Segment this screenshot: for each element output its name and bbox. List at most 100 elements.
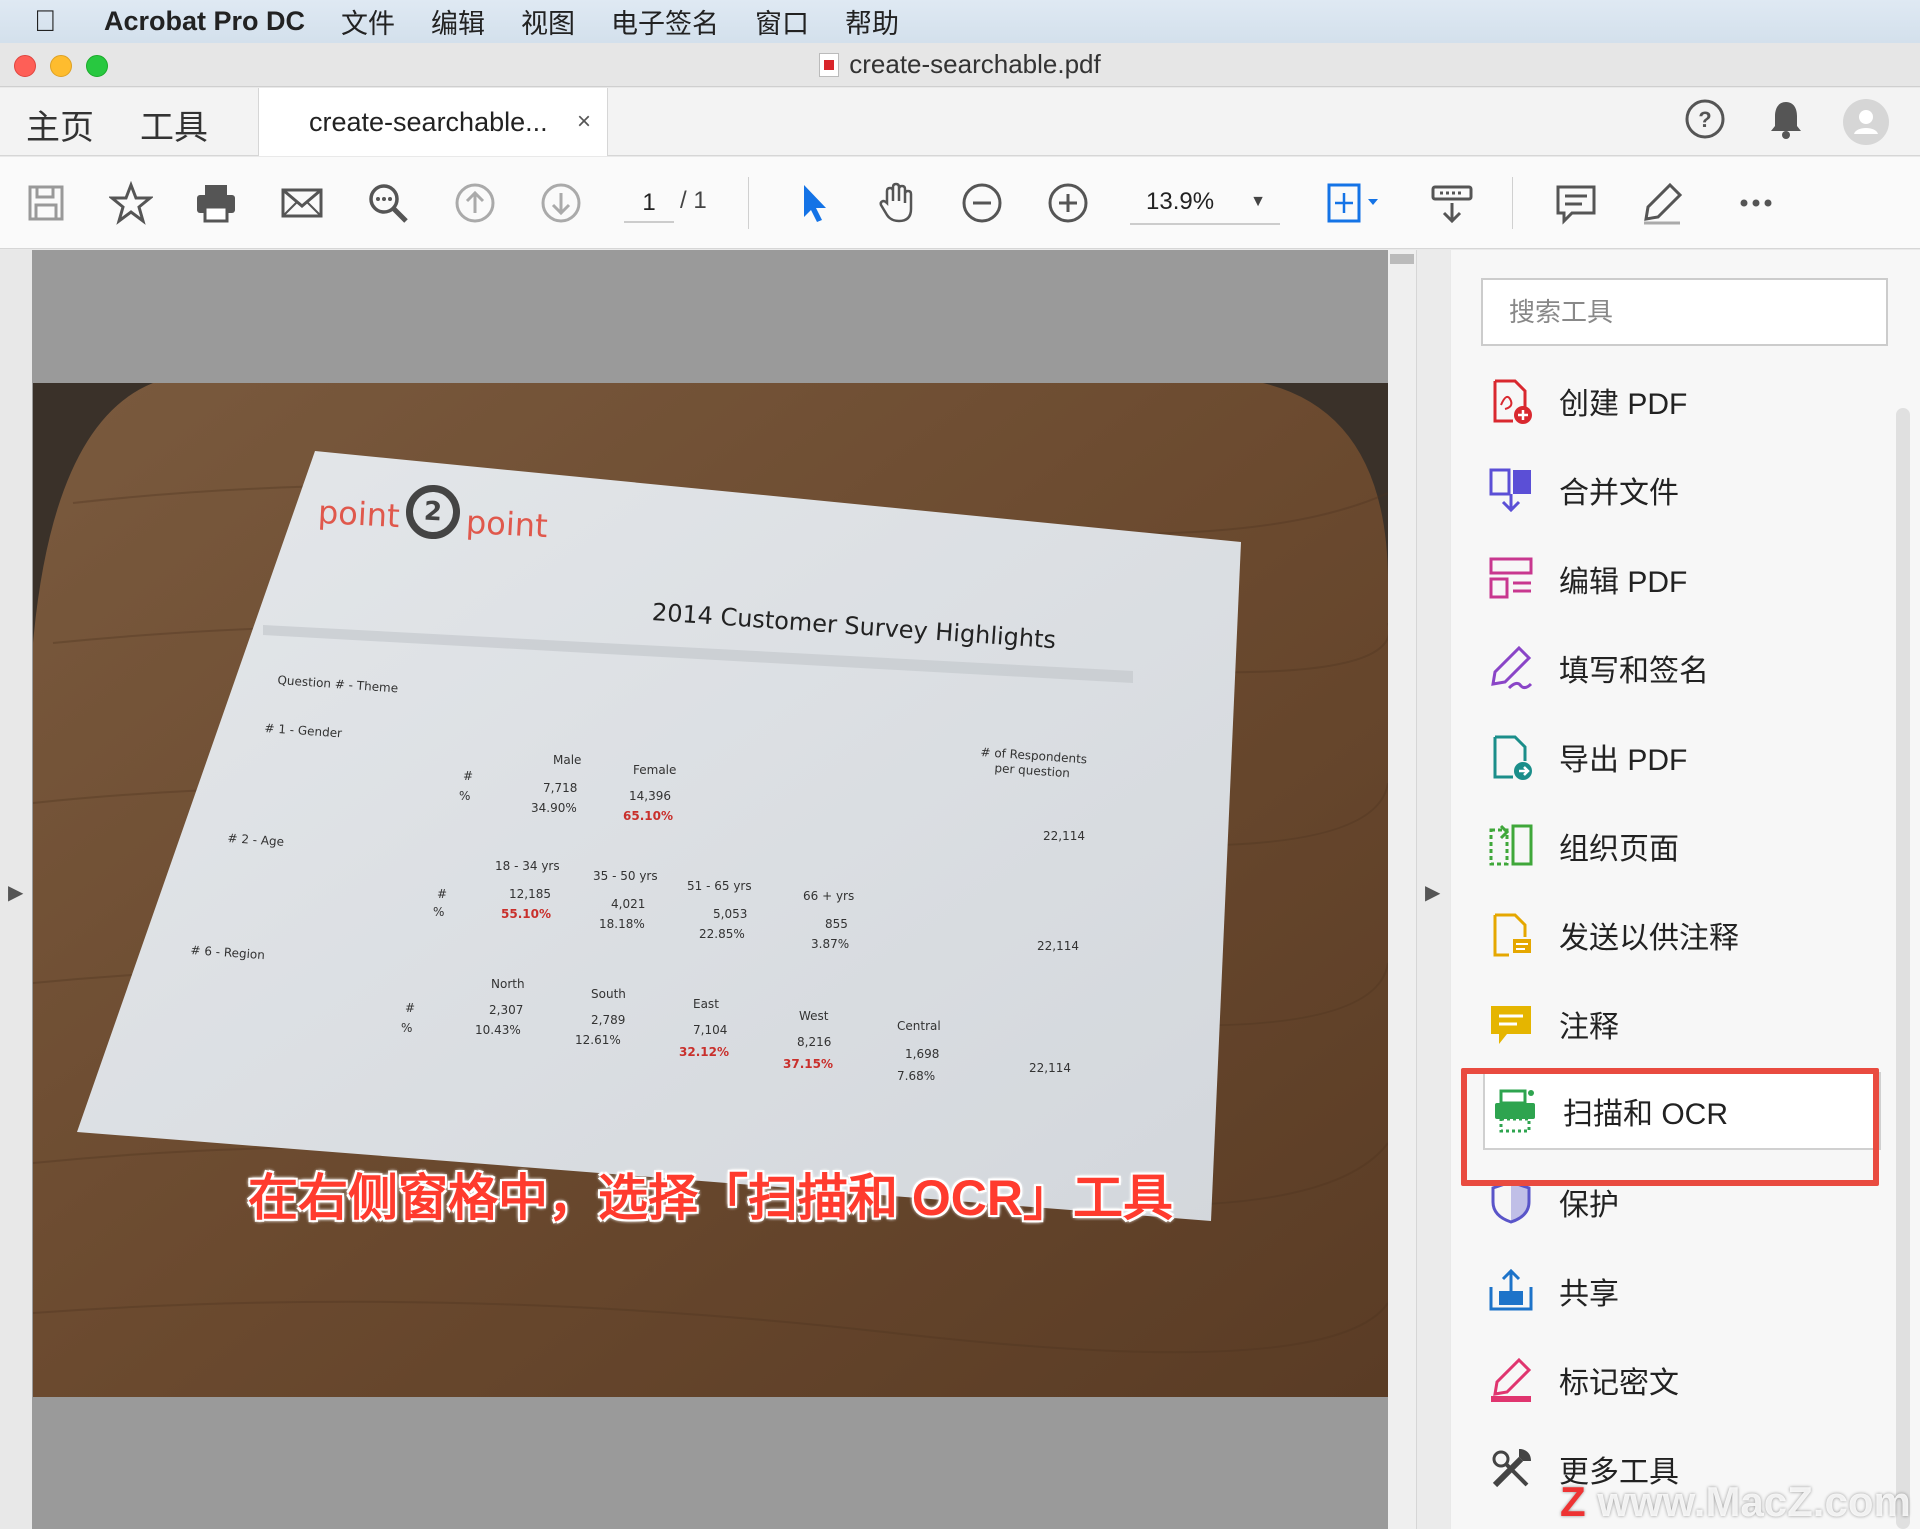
- zoom-level-select[interactable]: 13.9% ▼: [1130, 179, 1280, 225]
- print-icon[interactable]: [192, 179, 240, 227]
- menu-view[interactable]: 视图: [521, 2, 575, 41]
- page-total: / 1: [680, 187, 707, 214]
- q1-col-female: Female: [633, 763, 677, 777]
- apple-icon[interactable]: : [34, 5, 82, 39]
- q1-count-male: 7,718: [543, 781, 578, 795]
- collapse-right-panel-icon[interactable]: ▶: [1425, 880, 1440, 905]
- tool-label: 保护: [1559, 1189, 1619, 1222]
- close-tab-icon[interactable]: ×: [577, 108, 591, 136]
- scanned-page-image: point 2 point 2014 Customer Survey Highl…: [33, 383, 1388, 1397]
- zoom-out-icon[interactable]: [958, 179, 1006, 227]
- minimize-window-button[interactable]: [50, 55, 72, 77]
- tab-document[interactable]: create-searchable... ×: [258, 88, 608, 156]
- bookmark-star-icon[interactable]: [107, 179, 155, 227]
- read-mode-icon[interactable]: [1428, 179, 1476, 227]
- toolbar-divider: [748, 177, 749, 229]
- tool-label: 注释: [1559, 1011, 1619, 1044]
- tool-redact[interactable]: 标记密文: [1481, 1341, 1881, 1419]
- page-display-icon[interactable]: [1320, 179, 1390, 227]
- zoom-window-button[interactable]: [86, 55, 108, 77]
- tab-bar: 主页 工具 create-searchable... × ?: [0, 88, 1920, 156]
- hand-tool-icon[interactable]: [873, 179, 921, 227]
- pdf-file-icon: [819, 52, 840, 77]
- menu-bar:  Acrobat Pro DC 文件 编辑 视图 电子签名 窗口 帮助: [0, 0, 1920, 43]
- q6-pct-south: 12.61%: [575, 1033, 621, 1047]
- tool-organize-pages[interactable]: 组织页面: [1481, 807, 1881, 885]
- menu-file[interactable]: 文件: [341, 2, 395, 41]
- tool-label: 标记密文: [1559, 1367, 1679, 1400]
- scan-ocr-highlight-frame: [1461, 1068, 1879, 1186]
- more-tools-icon: [1485, 1443, 1537, 1495]
- next-page-icon[interactable]: [537, 179, 585, 227]
- document-viewer[interactable]: ▶ point 2 point 2014 Customer Survey Hig…: [0, 250, 1450, 1529]
- menu-edit[interactable]: 编辑: [431, 2, 485, 41]
- notifications-bell-icon[interactable]: [1766, 98, 1806, 140]
- tool-create-pdf[interactable]: 创建 PDF: [1481, 362, 1881, 440]
- select-cursor-icon[interactable]: [790, 179, 838, 227]
- expand-left-panel-icon[interactable]: ▶: [8, 880, 23, 905]
- watermark: Z www.MacZ.com: [1560, 1478, 1911, 1526]
- q6-pct-central: 7.68%: [897, 1069, 936, 1083]
- menu-help[interactable]: 帮助: [845, 2, 899, 41]
- svg-text:?: ?: [1698, 107, 1711, 132]
- help-icon[interactable]: ?: [1684, 98, 1726, 140]
- email-icon[interactable]: [278, 179, 326, 227]
- title-bar: create-searchable.pdf: [0, 43, 1920, 87]
- menu-app-name[interactable]: Acrobat Pro DC: [104, 6, 305, 37]
- logo-point-right: point: [465, 502, 549, 546]
- q6-col-north: North: [491, 977, 525, 991]
- watermark-text: www.MacZ.com: [1597, 1478, 1911, 1525]
- left-panel-rail[interactable]: ▶: [0, 250, 32, 1529]
- tool-label: 创建 PDF: [1559, 388, 1688, 421]
- tool-export-pdf[interactable]: 导出 PDF: [1481, 718, 1881, 796]
- add-comment-icon[interactable]: [1552, 179, 1600, 227]
- tools-pane-scrollbar[interactable]: [1896, 408, 1910, 1529]
- tool-edit-pdf[interactable]: 编辑 PDF: [1481, 540, 1881, 618]
- q2-label: # 2 - Age: [227, 831, 285, 849]
- more-options-icon[interactable]: [1732, 179, 1780, 227]
- menu-e-sign[interactable]: 电子签名: [611, 2, 719, 41]
- logo-steering-wheel-icon: 2: [404, 483, 462, 541]
- search-zoom-icon[interactable]: [364, 179, 412, 227]
- document-scrollbar[interactable]: [1388, 250, 1416, 1529]
- zoom-level-value: 13.9%: [1146, 188, 1215, 215]
- fill-sign-icon: [1485, 642, 1537, 694]
- user-avatar-icon[interactable]: [1842, 98, 1890, 146]
- q2-col-2: 35 - 50 yrs: [593, 869, 658, 883]
- tool-fill-sign[interactable]: 填写和签名: [1481, 629, 1881, 707]
- tab-tools[interactable]: 工具: [140, 100, 208, 149]
- q1-pct-female: 65.10%: [623, 809, 673, 823]
- q2-count-3: 5,053: [713, 907, 748, 921]
- scrollbar-thumb[interactable]: [1390, 254, 1414, 264]
- right-panel-toggle-rail[interactable]: ▶: [1416, 250, 1450, 1529]
- tab-home[interactable]: 主页: [26, 100, 94, 149]
- share-icon: [1485, 1265, 1537, 1317]
- q6-col-west: West: [799, 1009, 829, 1023]
- q6-pct-north: 10.43%: [475, 1023, 521, 1037]
- main-toolbar: 1 / 1 13.9% ▼: [0, 157, 1920, 249]
- q1-pct-male: 34.90%: [531, 801, 577, 815]
- tool-label: 共享: [1559, 1278, 1619, 1311]
- tool-search-input[interactable]: 搜索工具: [1481, 278, 1888, 346]
- survey-sheet: point 2 point 2014 Customer Survey Highl…: [33, 383, 1388, 1397]
- tool-send-for-comments[interactable]: 发送以供注释: [1481, 896, 1881, 974]
- tool-combine-files[interactable]: 合并文件: [1481, 451, 1881, 529]
- q6-count-west: 8,216: [797, 1035, 832, 1049]
- q2-pct-4: 3.87%: [811, 937, 850, 951]
- highlight-pen-icon[interactable]: [1638, 179, 1686, 227]
- close-window-button[interactable]: [14, 55, 36, 77]
- q2-col-3: 51 - 65 yrs: [687, 879, 752, 893]
- menu-window[interactable]: 窗口: [755, 2, 809, 41]
- q6-label: # 6 - Region: [190, 943, 266, 963]
- tool-comment[interactable]: 注释: [1481, 985, 1881, 1063]
- q6-count-east: 7,104: [693, 1023, 728, 1037]
- page-number-input[interactable]: 1: [624, 183, 674, 223]
- zoom-in-icon[interactable]: [1044, 179, 1092, 227]
- save-icon[interactable]: [22, 179, 70, 227]
- q2-count-1: 12,185: [509, 887, 551, 901]
- tool-share[interactable]: 共享: [1481, 1252, 1881, 1330]
- sheet-title: 2014 Customer Survey Highlights: [651, 598, 1057, 655]
- q6-pct-east: 32.12%: [679, 1045, 729, 1059]
- previous-page-icon[interactable]: [451, 179, 499, 227]
- comment-icon: [1485, 998, 1537, 1050]
